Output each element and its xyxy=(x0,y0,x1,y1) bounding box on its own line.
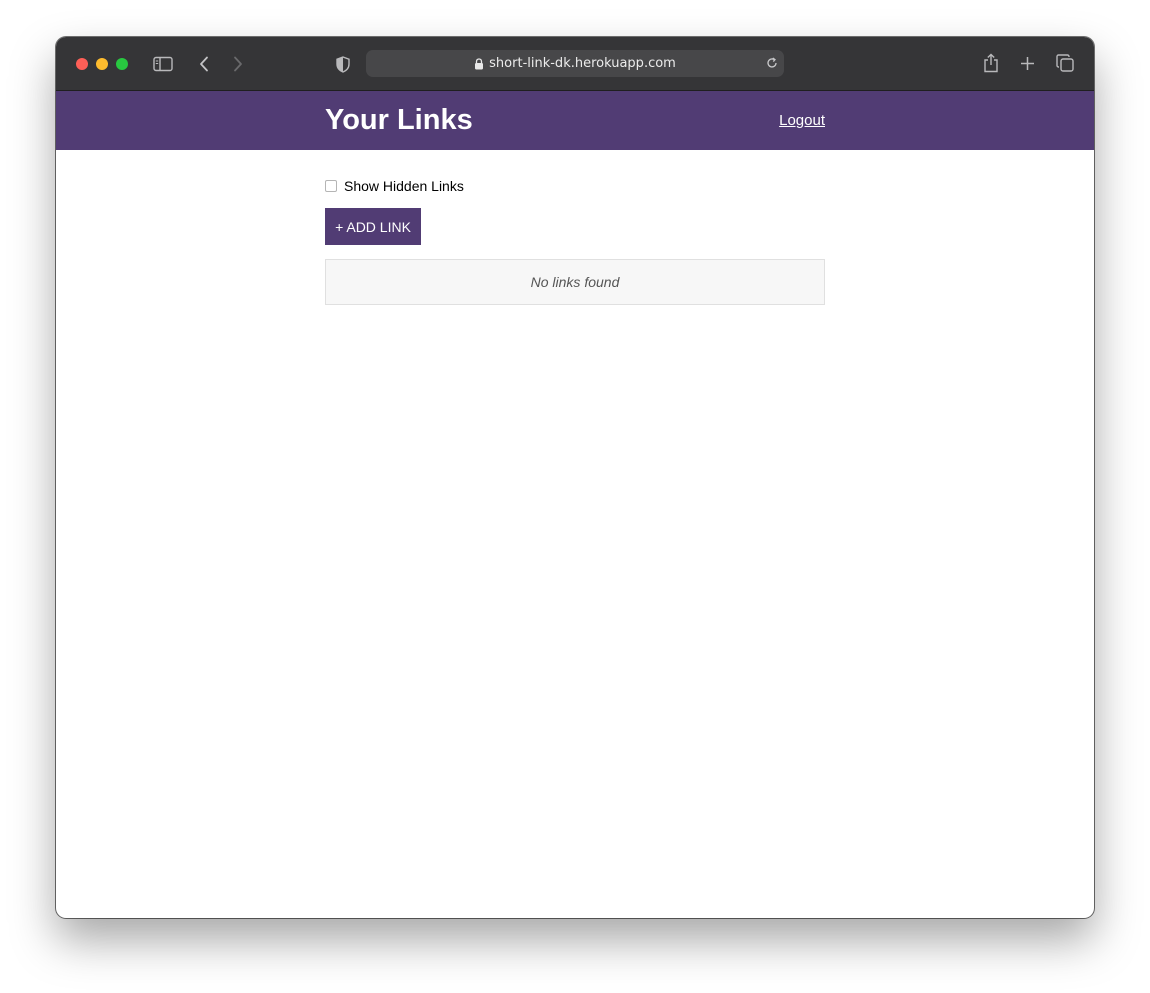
app-header: Your Links Logout xyxy=(56,91,1094,150)
address-bar[interactable]: short-link-dk.herokuapp.com xyxy=(366,50,784,77)
shield-icon[interactable] xyxy=(334,54,352,74)
browser-toolbar: short-link-dk.herokuapp.com xyxy=(56,37,1094,91)
url-text: short-link-dk.herokuapp.com xyxy=(489,56,676,71)
add-link-button[interactable]: + ADD LINK xyxy=(325,208,421,245)
lock-icon xyxy=(474,57,484,70)
browser-window: short-link-dk.herokuapp.com Your Links L… xyxy=(56,37,1094,918)
empty-links-message: No links found xyxy=(325,259,825,305)
empty-message-text: No links found xyxy=(530,274,620,290)
chevron-right-icon[interactable] xyxy=(230,54,246,74)
show-hidden-links-checkbox[interactable] xyxy=(325,180,337,192)
plus-icon[interactable] xyxy=(1018,54,1036,72)
close-window-button[interactable] xyxy=(76,58,88,70)
sidebar-icon[interactable] xyxy=(152,53,174,75)
show-hidden-links-toggle[interactable]: Show Hidden Links xyxy=(325,178,464,194)
zoom-window-button[interactable] xyxy=(116,58,128,70)
chevron-left-icon[interactable] xyxy=(196,54,212,74)
minimize-window-button[interactable] xyxy=(96,58,108,70)
share-icon[interactable] xyxy=(981,52,1001,74)
page-title: Your Links xyxy=(325,104,473,136)
show-hidden-links-label: Show Hidden Links xyxy=(344,178,464,194)
logout-link[interactable]: Logout xyxy=(779,112,825,129)
reload-icon[interactable] xyxy=(765,56,779,70)
tabs-overview-icon[interactable] xyxy=(1055,53,1075,73)
